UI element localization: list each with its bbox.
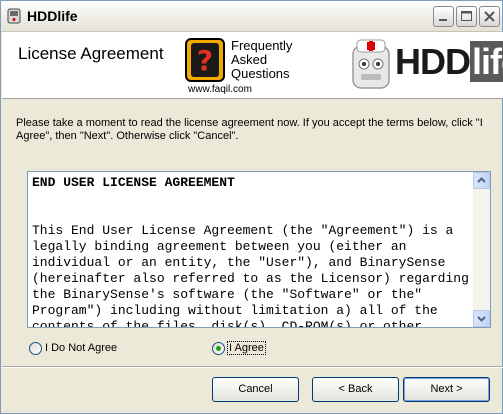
back-button[interactable]: < Back <box>312 377 399 402</box>
license-content: END USER LICENSE AGREEMENT This End User… <box>32 175 470 327</box>
hdd-icon <box>7 8 21 24</box>
logo-life-text: life <box>470 41 503 82</box>
license-title: END USER LICENSE AGREEMENT <box>32 175 235 190</box>
faq-question-icon[interactable]: ? <box>185 38 225 82</box>
hdd-mascot-icon <box>352 39 390 89</box>
disagree-label[interactable]: I Do Not Agree <box>45 342 117 354</box>
disagree-radio-dot[interactable] <box>29 342 42 355</box>
minimize-icon <box>439 19 447 21</box>
agree-radio-dot[interactable] <box>212 342 225 355</box>
license-body: This End User License Agreement (the "Ag… <box>32 223 469 327</box>
agree-radio[interactable]: I Agree <box>212 341 272 356</box>
scroll-down-button[interactable] <box>473 310 490 327</box>
disagree-radio[interactable]: I Do Not Agree <box>29 342 129 356</box>
button-separator <box>2 366 503 368</box>
title-bar[interactable]: HDDlife <box>1 1 502 32</box>
cancel-button[interactable]: Cancel <box>212 377 299 402</box>
license-text-area[interactable]: END USER LICENSE AGREEMENT This End User… <box>27 171 491 328</box>
faq-line-3: Questions <box>231 66 290 81</box>
agree-label[interactable]: I Agree <box>227 341 266 355</box>
page-title: License Agreement <box>18 44 164 63</box>
svg-text:?: ? <box>197 44 213 77</box>
chevron-down-icon <box>477 316 486 322</box>
window-title: HDDlife <box>27 8 78 24</box>
maximize-button[interactable] <box>456 6 477 27</box>
header-band: License Agreement ? Frequently Asked Que… <box>2 32 503 99</box>
close-button[interactable] <box>479 6 500 27</box>
minimize-button[interactable] <box>433 6 454 27</box>
faq-line-1: Frequently <box>231 38 293 53</box>
faq-url-link[interactable]: www.faqil.com <box>188 84 252 95</box>
close-icon <box>484 11 495 22</box>
installer-window: HDDlife License Agreement ? Frequently A… <box>0 0 503 414</box>
hddlife-logo: HDDlife <box>395 41 503 82</box>
next-button[interactable]: Next > <box>403 377 490 402</box>
scroll-up-button[interactable] <box>473 172 490 189</box>
logo-hdd-text: HDD <box>395 41 471 82</box>
instructions-text: Please take a moment to read the license… <box>16 117 483 142</box>
license-scrollbar[interactable] <box>473 172 490 327</box>
faq-line-2: Asked <box>231 52 268 67</box>
chevron-up-icon <box>477 177 486 183</box>
maximize-icon <box>461 11 472 21</box>
